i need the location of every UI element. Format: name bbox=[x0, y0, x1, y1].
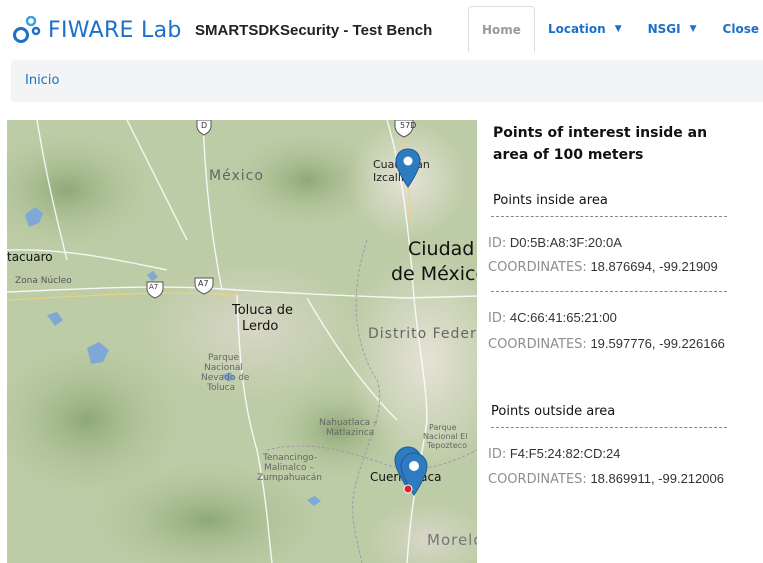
coord-value: 19.597776, -99.226166 bbox=[590, 336, 725, 351]
coord-label: COORDINATES: bbox=[488, 260, 587, 275]
divider bbox=[491, 291, 727, 292]
id-value: D0:5B:A8:3F:20:0A bbox=[509, 235, 622, 250]
outside-section-title: Points outside area bbox=[491, 404, 616, 419]
map-label-malinalco: Malinalco – bbox=[264, 463, 314, 473]
map-label-pn-tepozteco-1: Parque bbox=[429, 423, 457, 432]
map-label-zumpahuacan: Zumpahuacán bbox=[257, 473, 322, 483]
map-label-shield-57d: 57D bbox=[400, 121, 417, 130]
outside-point-1-id: ID: F4:F5:24:82:CD:24 bbox=[488, 446, 620, 462]
panel-title: Points of interest inside an area of 100… bbox=[493, 125, 708, 163]
tab-close[interactable]: Close bbox=[710, 6, 763, 52]
map-label-shield-a7: A7 bbox=[149, 283, 159, 291]
marker-dot-icon[interactable] bbox=[403, 484, 413, 494]
map-label-tacuaro: tacuaro bbox=[7, 250, 53, 264]
map-label-matlazinca: Matlazinca bbox=[326, 428, 375, 438]
map-label-pn-tepozteco-3: Tepozteco bbox=[427, 441, 467, 450]
inside-point-1-coords: COORDINATES: 18.876694, -99.21909 bbox=[488, 259, 718, 275]
caret-down-icon: ▼ bbox=[614, 24, 622, 34]
id-value: 4C:66:41:65:21:00 bbox=[509, 310, 617, 325]
divider bbox=[491, 216, 727, 217]
fiware-logo-icon bbox=[13, 16, 41, 43]
map-label-nahuatlaca: Nahuatlaca – bbox=[319, 418, 378, 428]
coord-label: COORDINATES: bbox=[488, 337, 587, 352]
inside-point-2-id: ID: 4C:66:41:65:21:00 bbox=[488, 310, 617, 326]
tab-home[interactable]: Home bbox=[468, 6, 535, 52]
tab-close-label: Close bbox=[722, 22, 759, 36]
map-label-ciudad: Ciudad bbox=[408, 238, 475, 260]
id-label: ID: bbox=[488, 236, 507, 251]
top-navbar: FIWARE Lab SMARTSDKSecurity - Test Bench… bbox=[0, 0, 763, 60]
tab-home-label: Home bbox=[482, 22, 521, 37]
map-view[interactable]: 57D D A7 A7 México Cuautitlán Izcalli Ci… bbox=[7, 120, 477, 563]
map-label-pn-tepozteco-2: Nacional El bbox=[423, 432, 468, 441]
map-label-distrito-federal: Distrito Federal bbox=[368, 326, 477, 342]
outside-point-1-coords: COORDINATES: 18.869911, -99.212006 bbox=[488, 471, 724, 487]
map-label-toluca: Toluca de bbox=[232, 303, 294, 318]
map-label-mexico-state: México bbox=[209, 168, 264, 184]
map-label-parque-1: Parque bbox=[208, 353, 240, 363]
map-label-parque-3: Nevado de bbox=[201, 373, 250, 383]
map-label-morelos: Morelos bbox=[427, 531, 477, 549]
tab-nsgi[interactable]: NSGI ▼ bbox=[635, 6, 710, 52]
brand-name: FIWARE Lab bbox=[48, 17, 182, 43]
inside-point-2-coords: COORDINATES: 19.597776, -99.226166 bbox=[488, 336, 725, 352]
inside-section-title: Points inside area bbox=[493, 193, 608, 208]
tab-location[interactable]: Location ▼ bbox=[535, 6, 635, 52]
inside-point-1-id: ID: D0:5B:A8:3F:20:0A bbox=[488, 235, 622, 251]
map-label-lerdo: Lerdo bbox=[242, 319, 279, 334]
tab-location-label: Location bbox=[547, 22, 606, 36]
map-label-zona-nucleo: Zona Núcleo bbox=[15, 276, 72, 286]
coord-label: COORDINATES: bbox=[488, 472, 587, 487]
breadcrumb: Inicio bbox=[11, 60, 763, 102]
caret-down-icon: ▼ bbox=[689, 24, 697, 34]
id-label: ID: bbox=[488, 447, 507, 462]
coord-value: 18.876694, -99.21909 bbox=[590, 259, 718, 274]
map-label-de-mexico: de México bbox=[391, 263, 477, 285]
fiware-logo[interactable]: FIWARE Lab bbox=[12, 12, 182, 48]
divider bbox=[491, 427, 727, 428]
nav-tabs: Home Location ▼ NSGI ▼ Close bbox=[468, 6, 763, 52]
map-label-parque-2: Nacional bbox=[204, 363, 243, 373]
map-label-shield-a7-2: A7 bbox=[198, 279, 209, 288]
id-label: ID: bbox=[488, 311, 507, 326]
map-label-parque-4: Toluca bbox=[207, 383, 236, 393]
map-pin-icon[interactable] bbox=[395, 148, 421, 188]
id-value: F4:F5:24:82:CD:24 bbox=[509, 446, 621, 461]
map-label-shield-d: D bbox=[201, 121, 208, 130]
breadcrumb-inicio-link[interactable]: Inicio bbox=[25, 73, 59, 88]
app-title: SMARTSDKSecurity - Test Bench bbox=[195, 22, 433, 39]
coord-value: 18.869911, -99.212006 bbox=[590, 471, 724, 486]
tab-nsgi-label: NSGI bbox=[647, 22, 681, 36]
map-label-tenancingo: Tenancingo- bbox=[263, 453, 318, 463]
